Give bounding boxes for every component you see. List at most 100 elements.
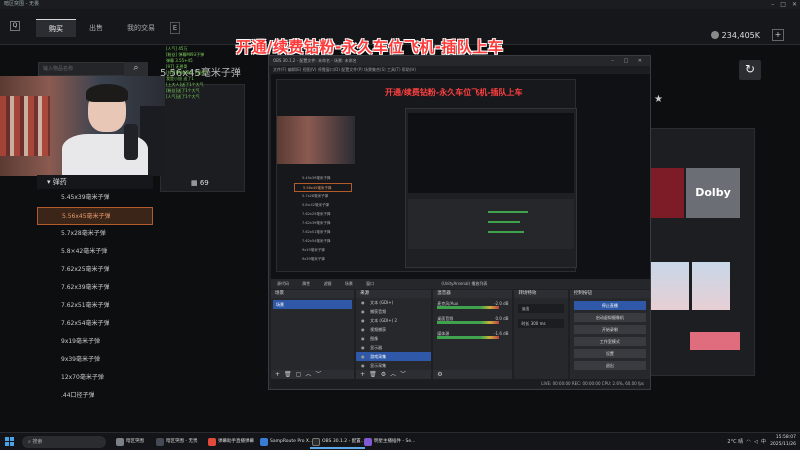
sources-dock-title: 来源 <box>356 290 432 298</box>
taskbar-app[interactable]: SampRoute Pro X... <box>258 435 313 449</box>
volume-icon[interactable]: ◁ <box>754 439 758 445</box>
list-item[interactable]: 7.62x51毫米子弹 <box>37 297 153 315</box>
nested-meter <box>488 231 524 233</box>
nested-obs-mixer <box>408 199 574 249</box>
mixer-dock: 混音器 麦克风/Aux -2.0 dB 桌面音频 0.0 dB 媒体源 -1.6 dB… <box>433 290 513 380</box>
list-item[interactable]: 9x19毫米子弹 <box>37 333 153 351</box>
scenes-dock: 场景 场景 +🗑▢︿﹀ <box>271 290 355 380</box>
obs-preview[interactable]: 开通/续费钻粉-永久车位飞机-插队上车 5.45x39毫米子弹 5.56x45毫… <box>271 74 650 279</box>
source-item[interactable]: 显示采集 <box>356 361 431 370</box>
item-card[interactable]: ▦ 69 <box>160 84 245 192</box>
clock-time: 15:58:07 <box>775 435 796 440</box>
list-item[interactable]: 12x70毫米子弹 <box>37 369 153 387</box>
tab-hotkey-e[interactable]: E <box>170 22 180 34</box>
list-item-selected[interactable]: 5.56x45毫米子弹 <box>37 207 153 225</box>
volume-meter <box>437 336 500 339</box>
list-item[interactable]: 7.62x25毫米子弹 <box>37 261 153 279</box>
obs-window-controls[interactable]: – □ ✕ <box>611 56 646 66</box>
mixer-channel[interactable]: 麦克风/Aux -2.0 dB <box>437 301 508 313</box>
nested-list-item: 5.56x45毫米子弹 <box>294 183 352 192</box>
figurine-shelf <box>0 96 50 156</box>
source-item[interactable]: 文本 (GDI+) <box>356 298 431 307</box>
tab-sell[interactable]: 出售 <box>80 19 112 37</box>
taskbar-clock[interactable]: 15:58:07 2025/11/26 <box>770 434 796 448</box>
wifi-icon[interactable]: ◠ <box>746 439 750 445</box>
transition-duration[interactable]: 时长 300 ms <box>518 319 564 328</box>
dock-tab[interactable]: 场景 <box>345 281 353 286</box>
settings-button[interactable]: 设置 <box>573 349 646 358</box>
start-recording-button[interactable]: 开始录制 <box>573 325 646 334</box>
transition-select[interactable]: 淡出 <box>518 304 564 313</box>
exit-button[interactable]: 退出 <box>573 361 646 370</box>
refresh-button[interactable]: ↻ <box>739 60 761 80</box>
taskbar-app[interactable]: 弹幕助手直播弹幕 <box>206 435 254 449</box>
taskbar-app[interactable]: 暗区突围 - 无畏 <box>154 435 197 449</box>
stop-streaming-button[interactable]: 停止直播 <box>573 301 646 310</box>
studio-mode-button[interactable]: 工作室模式 <box>573 337 646 346</box>
transitions-dock: 转场特效 淡出 时长 300 ms <box>514 290 568 380</box>
close-icon[interactable]: ✕ <box>792 0 797 9</box>
list-item[interactable]: 5.7x28毫米子弹 <box>37 225 153 243</box>
sources-dock: 来源 文本 (GDI+) 捕获音频 文本 (GDI+) 2 视频捕获 图像 显示… <box>356 290 432 380</box>
source-item[interactable]: 显示器 <box>356 343 431 352</box>
list-item[interactable]: .44口径子弹 <box>37 387 153 405</box>
dock-tab[interactable]: 滤镜 <box>324 281 332 286</box>
taskbar-app[interactable]: 暗区突围 <box>114 435 144 449</box>
maximize-icon[interactable]: □ <box>780 0 786 9</box>
dolby-card[interactable]: Dolby <box>686 168 740 218</box>
source-item[interactable]: 图像 <box>356 334 431 343</box>
menu-icon[interactable]: Q <box>10 21 20 31</box>
taskbar-app-active[interactable]: OBS 30.1.2 - 配置... <box>310 435 365 449</box>
system-tray[interactable]: 2°C 晴 ◠ ◁ 中 <box>727 436 766 448</box>
list-item[interactable]: 9x39毫米子弹 <box>37 351 153 369</box>
start-virtual-camera-button[interactable]: 启动虚拟摄像机 <box>573 313 646 322</box>
taskbar-app[interactable]: 明星主播插件 - Se... <box>362 435 415 449</box>
mixer-channel[interactable]: 桌面音频 0.0 dB <box>437 316 508 328</box>
clock-date: 2025/11/26 <box>770 442 796 447</box>
dock-tab[interactable]: 源代码 <box>277 281 289 286</box>
window-title: 暗区突围 - 无畏 <box>4 1 39 7</box>
windows-start-icon[interactable] <box>5 437 14 446</box>
album-card[interactable] <box>650 168 684 218</box>
tab-my-trades[interactable]: 我的交易 <box>118 19 164 37</box>
transitions-dock-title: 转场特效 <box>514 290 568 298</box>
screen: 暗区突围 - 无畏 – □ ✕ Q 购买 出售 我的交易 E 234,405K … <box>0 0 800 450</box>
stream-banner: 开通/续费钻粉-永久车位飞机-插队上车 <box>236 38 504 56</box>
dock-tab[interactable]: (UnityArsenal) 播放列表 <box>441 281 487 286</box>
list-item[interactable]: 5.45x39毫米子弹 <box>37 189 153 207</box>
nested-list-item: 7.62x54毫米子弹 <box>302 239 331 243</box>
coin-icon <box>710 31 719 39</box>
nested-list-item: 7.62x25毫米子弹 <box>302 212 331 216</box>
taskbar-search-input[interactable]: ⌕ 搜索 <box>22 436 106 448</box>
album-card[interactable] <box>690 332 740 350</box>
dock-tab[interactable]: 窗口 <box>366 281 374 286</box>
weather-widget[interactable]: 2°C 晴 <box>727 439 743 445</box>
language-indicator[interactable]: 中 <box>761 439 766 445</box>
ammo-category-header[interactable]: ▾ 弹药 <box>37 175 153 189</box>
app-label: 暗区突围 - 无畏 <box>166 439 198 444</box>
source-item-selected[interactable]: 游戏采集 <box>356 352 432 361</box>
controls-dock-title: 控制按钮 <box>569 290 650 298</box>
add-funds-button[interactable]: + <box>772 29 784 41</box>
scene-item[interactable]: 场景 <box>273 300 353 309</box>
album-portrait[interactable] <box>692 262 730 310</box>
app-icon <box>260 438 268 446</box>
dock-tab[interactable]: 属性 <box>302 281 310 286</box>
favorite-star-icon[interactable]: ★ <box>654 94 663 105</box>
search-button[interactable]: ⌕ <box>124 62 148 76</box>
list-item[interactable]: 7.62x54毫米子弹 <box>37 315 153 333</box>
obs-menubar[interactable]: 文件(F) 编辑(E) 视图(V) 停靠窗口(D) 配置文件(P) 场景集合(S… <box>269 66 650 73</box>
item-price: ▦ 69 <box>191 179 209 187</box>
source-item[interactable]: 视频捕获 <box>356 325 431 334</box>
minimize-icon[interactable]: – <box>771 0 774 9</box>
taskbar: ⌕ 搜索 暗区突围 暗区突围 - 无畏 弹幕助手直播弹幕 SampRoute P… <box>0 432 800 450</box>
source-item[interactable]: 捕获音频 <box>356 307 431 316</box>
tab-buy[interactable]: 购买 <box>36 19 76 37</box>
source-item[interactable]: 文本 (GDI+) 2 <box>356 316 431 325</box>
duration-label: 时长 <box>521 321 530 326</box>
list-item[interactable]: 5.8×42毫米子弹 <box>37 243 153 261</box>
refresh-icon: ↻ <box>744 62 756 76</box>
album-portrait[interactable] <box>651 262 689 310</box>
list-item[interactable]: 7.62x39毫米子弹 <box>37 279 153 297</box>
mixer-channel[interactable]: 媒体源 -1.6 dB <box>437 331 508 343</box>
